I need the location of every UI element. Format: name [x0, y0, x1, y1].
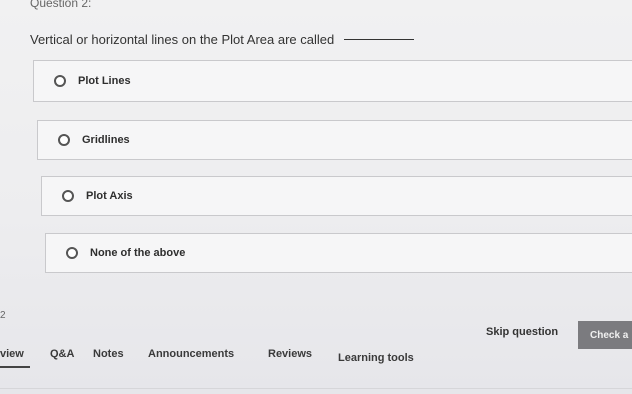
option-gridlines[interactable]: Gridlines: [37, 120, 632, 160]
check-answer-button[interactable]: Check a: [578, 321, 632, 349]
radio-button[interactable]: [62, 190, 74, 202]
option-none-of-the-above[interactable]: None of the above: [45, 233, 632, 273]
radio-button[interactable]: [54, 75, 66, 87]
option-label: None of the above: [90, 247, 186, 259]
bottom-divider: [0, 388, 632, 389]
answer-blank: [343, 39, 414, 40]
skip-question-button[interactable]: Skip question: [486, 326, 558, 338]
question-header: Question 2:: [30, 0, 92, 10]
nav-overview[interactable]: view: [0, 348, 24, 360]
nav-qa[interactable]: Q&A: [50, 348, 74, 360]
nav-learning-tools[interactable]: Learning tools: [338, 352, 414, 364]
page-number: 2: [0, 310, 6, 321]
option-plot-axis[interactable]: Plot Axis: [41, 176, 632, 216]
radio-button[interactable]: [66, 247, 78, 259]
option-label: Gridlines: [82, 134, 130, 146]
question-prompt: Vertical or horizontal lines on the Plot…: [30, 32, 335, 47]
radio-button[interactable]: [58, 134, 70, 146]
option-label: Plot Lines: [78, 75, 131, 87]
question-text: Vertical or horizontal lines on the Plot…: [30, 32, 414, 47]
option-plot-lines[interactable]: Plot Lines: [33, 60, 632, 102]
bottom-nav: view Q&A Notes Announcements Reviews Lea…: [0, 348, 632, 370]
active-tab-indicator: [0, 366, 30, 368]
nav-notes[interactable]: Notes: [93, 348, 124, 360]
option-label: Plot Axis: [86, 190, 133, 202]
nav-reviews[interactable]: Reviews: [268, 348, 312, 360]
nav-announcements[interactable]: Announcements: [148, 348, 234, 360]
